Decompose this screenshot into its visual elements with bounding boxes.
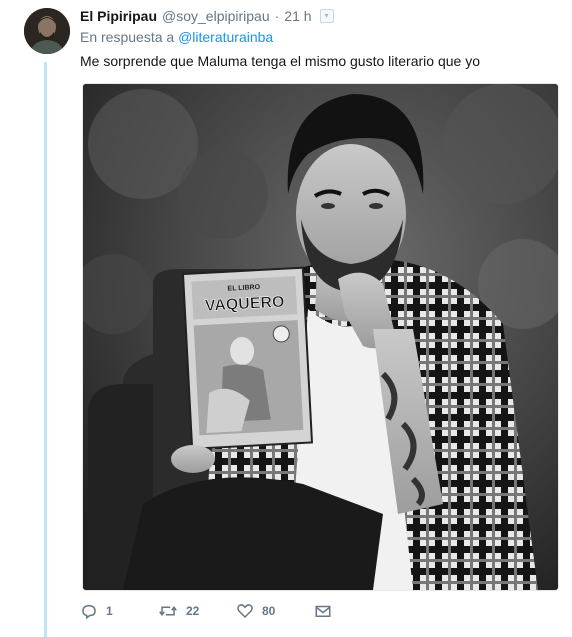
thread-line	[44, 62, 47, 637]
like-count: 80	[262, 604, 276, 618]
avatar-photo	[24, 8, 70, 54]
comic-book: EL LIBRO VAQUERO	[181, 266, 314, 450]
chevron-down-icon[interactable]: ▾	[319, 9, 334, 23]
reply-count: 1	[106, 604, 113, 618]
reply-icon	[80, 602, 98, 620]
reply-prefix: En respuesta a	[80, 29, 175, 45]
author-avatar[interactable]	[24, 8, 70, 54]
tweet-text: Me sorprende que Maluma tenga el mismo g…	[80, 53, 480, 69]
separator-dot: ·	[274, 8, 280, 24]
author-handle[interactable]: @soy_elpipiripau	[162, 8, 270, 24]
direct-message-button[interactable]	[314, 602, 332, 620]
retweet-count: 22	[186, 604, 200, 618]
tweet-time[interactable]: 21 h	[284, 8, 311, 24]
reply-context: En respuesta a @literaturainba	[80, 29, 273, 45]
retweet-button[interactable]: 22	[158, 602, 236, 620]
tweet-actions: 1 22 80	[80, 600, 332, 622]
envelope-icon	[314, 602, 332, 620]
tweet: El Pipiripau @soy_elpipiripau · 21 h ▾ E…	[0, 0, 572, 637]
media-image: EL LIBRO VAQUERO	[83, 84, 558, 590]
heart-icon	[236, 602, 254, 620]
tweet-media-photo[interactable]: EL LIBRO VAQUERO	[82, 83, 559, 591]
reply-to-link[interactable]: @literaturainba	[178, 29, 273, 45]
retweet-icon	[158, 602, 178, 620]
author-name[interactable]: El Pipiripau	[80, 8, 157, 24]
reply-button[interactable]: 1	[80, 602, 158, 620]
tweet-header: El Pipiripau @soy_elpipiripau · 21 h ▾	[80, 6, 334, 26]
like-button[interactable]: 80	[236, 602, 314, 620]
